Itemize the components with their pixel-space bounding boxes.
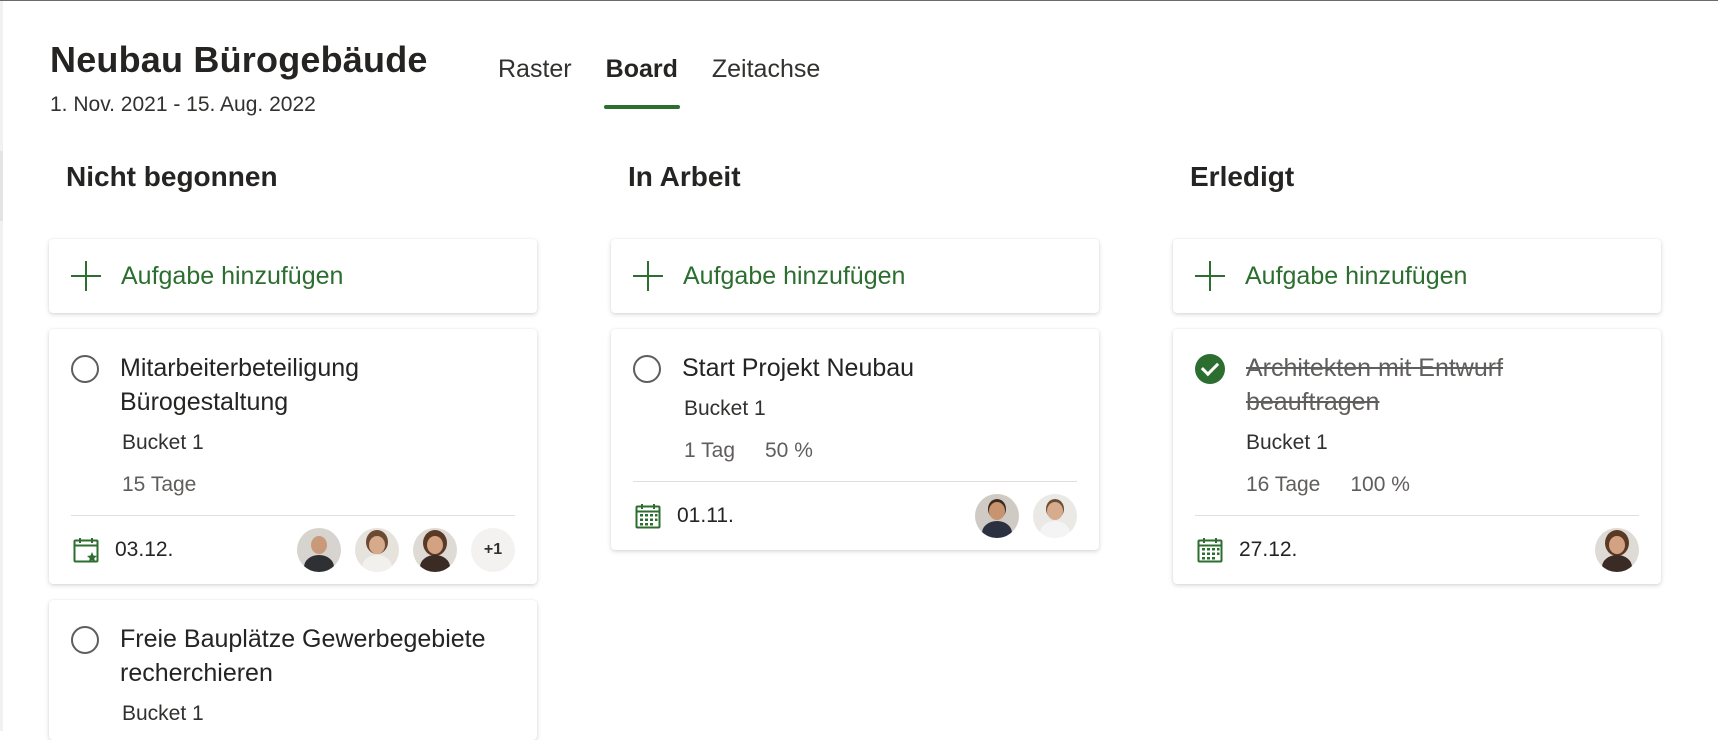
window-left-edge <box>0 1 3 731</box>
calendar-star-icon <box>73 538 99 563</box>
task-progress: 50 % <box>765 439 813 462</box>
task-title: Architekten mit Entwurf beauftragen <box>1246 354 1504 416</box>
task-bucket: Bucket 1 <box>684 397 766 420</box>
tab-raster[interactable]: Raster <box>498 55 572 84</box>
plan-dates: 1. Nov. 2021 - 15. Aug. 2022 <box>50 93 316 116</box>
task-title: Start Projekt Neubau <box>682 354 915 382</box>
more-assignees-badge[interactable]: +1 <box>471 528 515 572</box>
add-task-label: Aufgabe hinzufügen <box>1245 261 1468 290</box>
window-left-edge-accent <box>0 151 3 221</box>
task-footer: 01.11. <box>633 482 1077 550</box>
column-title: Nicht begonnen <box>66 161 278 192</box>
tab-zeitachse[interactable]: Zeitachse <box>712 55 820 84</box>
circle-icon[interactable] <box>71 626 99 654</box>
task-header: Architekten mit Entwurf beauftragen <box>1195 351 1639 419</box>
due-date: 03.12. <box>115 538 174 561</box>
avatar[interactable] <box>413 528 457 572</box>
avatar[interactable] <box>975 494 1019 538</box>
calendar-icon <box>1197 538 1223 563</box>
task-duration: 16 Tage <box>1246 473 1321 496</box>
task-bucket: Bucket 1 <box>122 431 204 454</box>
task-bucket: Bucket 1 <box>122 702 204 725</box>
due-date: 01.11. <box>677 504 734 527</box>
add-task-button[interactable]: Aufgabe hinzufügen <box>611 239 1099 313</box>
column-nicht-begonnen: Nicht begonnen Aufgabe hinzufügen Mitarb… <box>49 161 537 740</box>
plus-icon <box>71 261 101 291</box>
add-task-button[interactable]: Aufgabe hinzufügen <box>49 239 537 313</box>
avatar[interactable] <box>1033 494 1077 538</box>
task-card[interactable]: Mitarbeiterbeteiligung Bürogestaltung Bu… <box>49 329 537 584</box>
add-task-label: Aufgabe hinzufügen <box>121 261 344 290</box>
add-task-button[interactable]: Aufgabe hinzufügen <box>1173 239 1661 313</box>
task-meta: 15 Tage <box>122 473 515 497</box>
task-title: Freie Bauplätze Gewerbegebiete recherchi… <box>120 625 486 687</box>
calendar-icon <box>635 504 661 529</box>
task-meta: 1 Tag 50 % <box>684 439 1077 463</box>
task-header: Freie Bauplätze Gewerbegebiete recherchi… <box>71 622 515 690</box>
task-progress: 100 % <box>1350 473 1410 496</box>
column-title: Erledigt <box>1190 161 1295 192</box>
avatar[interactable] <box>1595 528 1639 572</box>
task-footer: 03.12. +1 <box>71 516 515 584</box>
column-erledigt: Erledigt Aufgabe hinzufügen Architekten … <box>1173 161 1661 584</box>
task-duration: 15 Tage <box>122 473 197 496</box>
check-circle-icon[interactable] <box>1195 354 1225 384</box>
task-header: Start Projekt Neubau <box>633 351 1077 385</box>
assignees <box>975 494 1077 538</box>
task-card[interactable]: Freie Bauplätze Gewerbegebiete recherchi… <box>49 600 537 740</box>
assignees <box>1595 528 1639 572</box>
avatar[interactable] <box>297 528 341 572</box>
view-tabs: Raster Board Zeitachse <box>498 55 854 109</box>
plus-icon <box>633 261 663 291</box>
plan-title: Neubau Bürogebäude <box>50 39 428 80</box>
column-in-arbeit: In Arbeit Aufgabe hinzufügen Start Proje… <box>611 161 1099 550</box>
task-title: Mitarbeiterbeteiligung Bürogestaltung <box>120 354 360 416</box>
tab-board[interactable]: Board <box>603 55 681 109</box>
avatar[interactable] <box>355 528 399 572</box>
task-card[interactable]: Architekten mit Entwurf beauftragen Buck… <box>1173 329 1661 584</box>
task-meta: 16 Tage 100 % <box>1246 473 1639 497</box>
column-title: In Arbeit <box>628 161 741 192</box>
task-duration: 1 Tag <box>684 439 735 462</box>
assignees: +1 <box>297 528 515 572</box>
circle-icon[interactable] <box>633 355 661 383</box>
due-date: 27.12. <box>1239 538 1298 561</box>
add-task-label: Aufgabe hinzufügen <box>683 261 906 290</box>
task-header: Mitarbeiterbeteiligung Bürogestaltung <box>71 351 515 419</box>
circle-icon[interactable] <box>71 355 99 383</box>
plus-icon <box>1195 261 1225 291</box>
task-footer: 27.12. <box>1195 516 1639 584</box>
task-card[interactable]: Start Projekt Neubau Bucket 1 1 Tag 50 %… <box>611 329 1099 550</box>
task-bucket: Bucket 1 <box>1246 431 1328 454</box>
